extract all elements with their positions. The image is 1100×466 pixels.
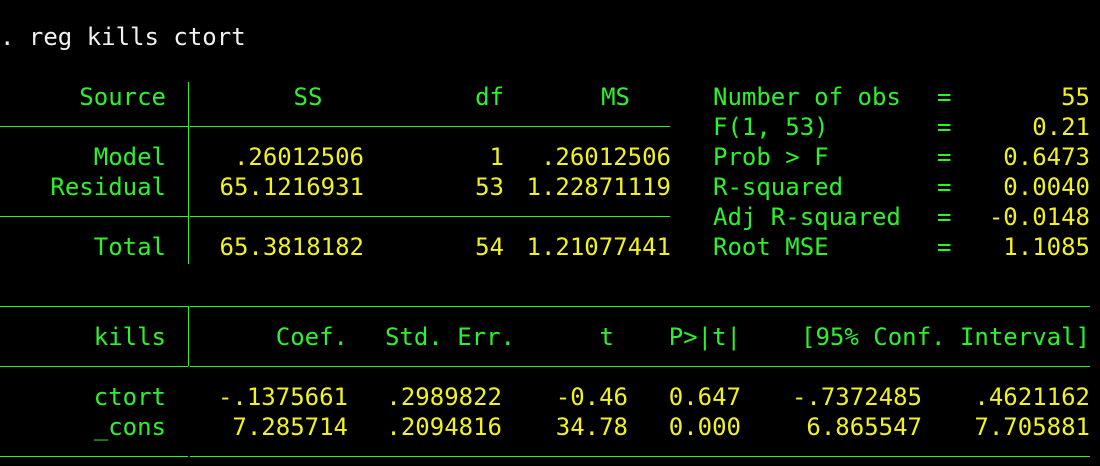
coef-divider-left-1 bbox=[0, 306, 188, 307]
coef-row-cons-ci-high: 7.705881 bbox=[974, 413, 1090, 441]
anova-row-total-ms: 1.21077441 bbox=[526, 233, 672, 261]
anova-header-source: Source bbox=[79, 83, 166, 111]
coef-header-ci: [95% Conf. Interval] bbox=[801, 323, 1090, 351]
coef-header-var: kills bbox=[93, 323, 166, 351]
coef-row-ctort-coef: -.1375661 bbox=[217, 383, 348, 411]
coef-header-t: t bbox=[599, 323, 614, 351]
coef-row-cons-se: .2094816 bbox=[386, 413, 502, 441]
stat-value-nobs: 55 bbox=[1061, 83, 1090, 111]
coef-header-se: Std. Err. bbox=[384, 323, 515, 351]
stat-value-probf: 0.6473 bbox=[1003, 143, 1090, 171]
anova-row-total-ss: 65.3818182 bbox=[219, 233, 365, 261]
coef-row-ctort-var: ctort bbox=[93, 383, 166, 411]
stat-eq-probf: = bbox=[937, 143, 952, 171]
stat-eq-f: = bbox=[937, 113, 952, 141]
coef-row-cons-var: _cons bbox=[93, 413, 166, 441]
coef-row-ctort-p: 0.647 bbox=[668, 383, 741, 411]
stat-label-rsq: R-squared bbox=[713, 173, 844, 201]
anova-row-residual-df: 53 bbox=[475, 173, 504, 201]
stat-label-adjrsq: Adj R-squared bbox=[713, 203, 901, 231]
coef-divider-left-2 bbox=[0, 366, 188, 367]
stat-label-probf: Prob > F bbox=[713, 143, 829, 171]
stat-label-rmse: Root MSE bbox=[713, 233, 829, 261]
stat-value-f: 0.21 bbox=[1032, 113, 1090, 141]
coef-divider-left-3 bbox=[0, 456, 188, 457]
coef-header-coef: Coef. bbox=[275, 323, 348, 351]
coef-divider-right-1 bbox=[190, 306, 1090, 307]
coef-row-cons-t: 34.78 bbox=[555, 413, 628, 441]
anova-row-model-ss: .26012506 bbox=[233, 143, 364, 171]
stat-label-nobs: Number of obs bbox=[713, 83, 901, 111]
anova-row-model-source: Model bbox=[93, 143, 166, 171]
stat-eq-rmse: = bbox=[937, 233, 952, 261]
coef-row-cons-ci-low: 6.865547 bbox=[806, 413, 922, 441]
anova-header-ss: SS bbox=[293, 83, 323, 111]
coef-header-p: P>|t| bbox=[668, 323, 741, 351]
coef-row-ctort-se: .2989822 bbox=[386, 383, 502, 411]
anova-divider-left-2 bbox=[0, 216, 188, 217]
anova-header-df: df bbox=[475, 83, 504, 111]
coef-row-ctort-ci-low: -.7372485 bbox=[791, 383, 922, 411]
stat-eq-rsq: = bbox=[937, 173, 952, 201]
stat-eq-nobs: = bbox=[937, 83, 952, 111]
anova-header-ms: MS bbox=[601, 83, 630, 111]
coef-vertical-divider bbox=[188, 306, 189, 366]
stat-value-rmse: 1.1085 bbox=[1003, 233, 1090, 261]
stat-value-adjrsq: -0.0148 bbox=[988, 203, 1090, 231]
anova-divider-left-1 bbox=[0, 126, 188, 127]
anova-row-residual-ss: 65.1216931 bbox=[219, 173, 365, 201]
anova-row-model-ms: .26012506 bbox=[540, 143, 671, 171]
anova-divider-right-2 bbox=[190, 216, 670, 217]
anova-row-residual-ms: 1.22871119 bbox=[526, 173, 672, 201]
stat-label-f: F(1, 53) bbox=[713, 113, 829, 141]
stat-value-rsq: 0.0040 bbox=[1003, 173, 1090, 201]
anova-row-total-df: 54 bbox=[475, 233, 504, 261]
command-line: . reg kills ctort bbox=[0, 23, 246, 51]
anova-row-model-df: 1 bbox=[489, 143, 504, 171]
coef-row-cons-p: 0.000 bbox=[668, 413, 741, 441]
coef-divider-right-3 bbox=[190, 456, 1090, 457]
coef-row-ctort-t: -0.46 bbox=[555, 383, 628, 411]
coef-row-ctort-ci-high: .4621162 bbox=[974, 383, 1090, 411]
coef-divider-right-2 bbox=[190, 366, 1090, 367]
anova-row-total-source: Total bbox=[93, 233, 166, 261]
coef-row-cons-coef: 7.285714 bbox=[232, 413, 348, 441]
anova-divider-right-1 bbox=[190, 126, 670, 127]
anova-vertical-divider bbox=[188, 82, 189, 264]
stat-eq-adjrsq: = bbox=[937, 203, 952, 231]
anova-row-residual-source: Residual bbox=[50, 173, 166, 201]
